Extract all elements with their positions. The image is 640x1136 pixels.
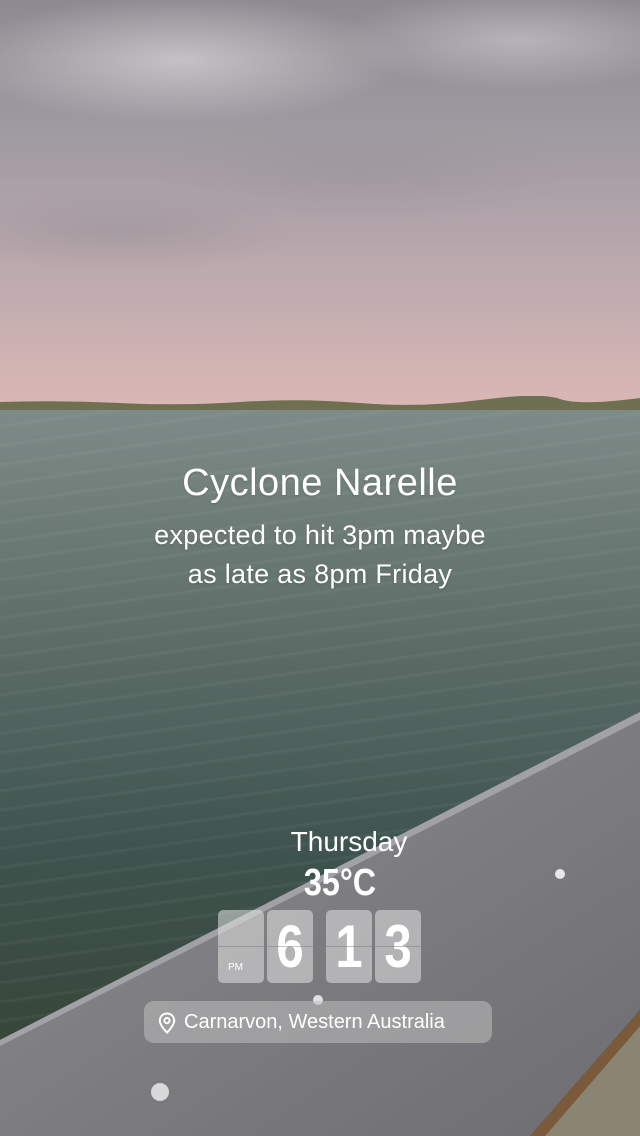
story-caption-line-1: expected to hit 3pm maybe [154, 520, 486, 550]
weather-temperature[interactable]: 35°C [255, 862, 425, 905]
time-minute-tens-tile: 1 [326, 910, 372, 983]
time-minute-ones-tile: 3 [375, 910, 421, 983]
time-minute-tens-digit: 1 [335, 913, 363, 980]
location-sticker[interactable]: Carnarvon, Western Australia [144, 1001, 492, 1043]
time-ampm-tile: PM [218, 910, 264, 983]
story-caption-line-2: as late as 8pm Friday [187, 559, 453, 589]
time-hour-tile: 6 [267, 910, 313, 983]
weather-day-label[interactable]: Thursday [249, 826, 449, 858]
time-hour-digit: 6 [276, 913, 304, 980]
time-sticker[interactable]: PM 6 1 3 [218, 910, 424, 983]
time-minute-ones-digit: 3 [384, 913, 412, 980]
location-pin-icon [158, 1012, 176, 1034]
story-title-text: Cyclone Narelle [182, 462, 458, 504]
location-label: Carnarvon, Western Australia [184, 1011, 445, 1033]
time-ampm-label: PM [228, 962, 243, 973]
